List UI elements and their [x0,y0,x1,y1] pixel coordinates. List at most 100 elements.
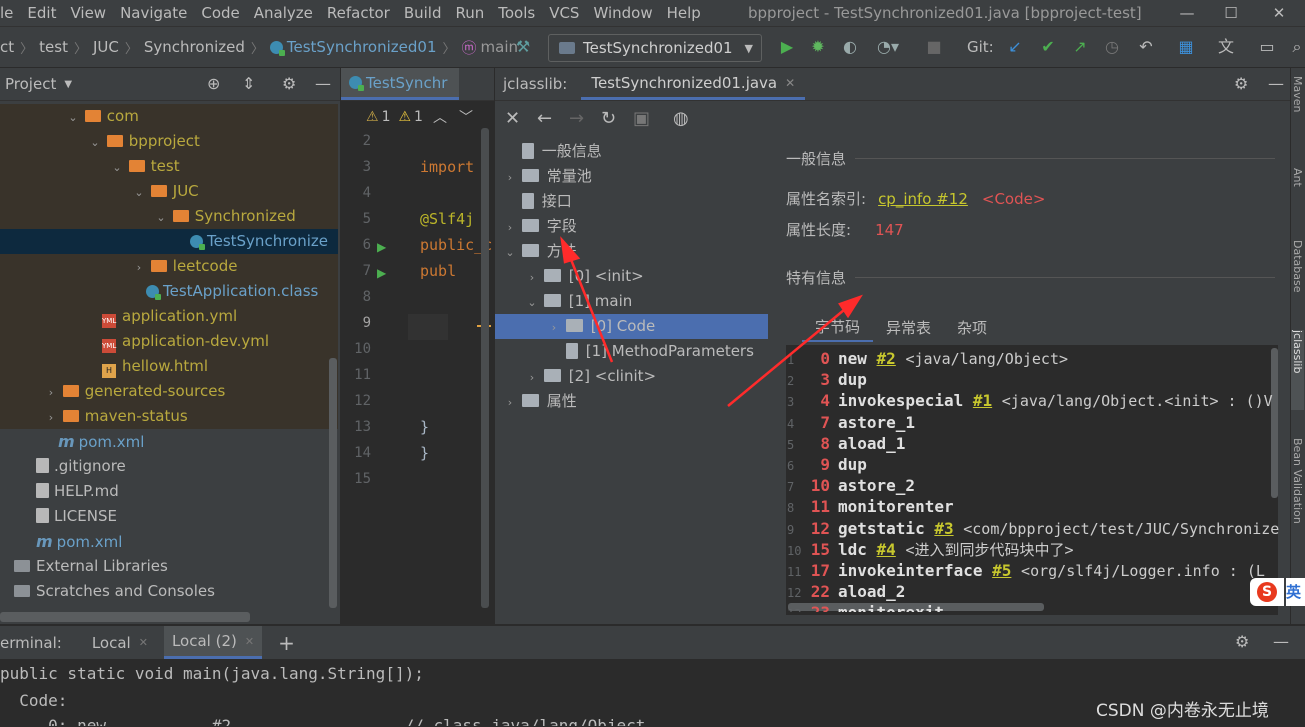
globe-icon[interactable]: ◍ [673,108,699,129]
subtab-misc[interactable]: 杂项 [944,315,1000,341]
menu-item[interactable]: Code [194,0,246,26]
tree-node[interactable]: › maven-status [44,404,188,429]
tree-node[interactable]: m pom.xml [58,429,144,454]
chevron-right-icon[interactable]: › [44,380,58,405]
menu-item[interactable]: Refactor [320,0,397,26]
inspection-widget[interactable]: ⚠ 1 ⚠ 1 ︿ ﹀ [366,106,473,128]
menu-item[interactable]: Analyze [247,0,320,26]
menu-item[interactable]: Window [586,0,659,26]
rollback-icon[interactable]: ↶ [1134,27,1158,67]
coverage-icon[interactable]: ◐ [838,27,862,67]
chevron-right-icon[interactable]: › [503,390,517,415]
constant-pool-link[interactable]: #3 [934,519,953,538]
menu-item[interactable]: Edit [20,0,63,26]
class-tree-node[interactable]: › 常量池 [503,164,592,189]
refresh-icon[interactable]: ↻ [601,108,627,129]
tree-node[interactable]: › leetcode [132,254,238,279]
search-icon[interactable]: ⌕ [1289,27,1305,67]
chevron-right-icon[interactable]: › [44,405,58,430]
jclasslib-tool-button[interactable]: jclasslib [1291,330,1304,410]
breadcrumb-item[interactable]: test [39,38,68,56]
arrow-left-icon[interactable]: ← [537,108,563,129]
chevron-down-icon[interactable]: ⌄ [503,240,517,265]
menu-item[interactable]: Navigate [113,0,194,26]
jclasslib-tab[interactable]: TestSynchronized01.java ✕ [581,68,806,100]
close-icon[interactable]: ✕ [785,76,795,90]
ime-badge[interactable]: 英 [1286,578,1305,606]
project-title[interactable]: Project [5,75,56,93]
arrow-right-icon[interactable]: → [569,108,595,129]
vertical-scrollbar[interactable] [329,358,337,608]
menu-item[interactable]: VCS [542,0,586,26]
stop-icon[interactable]: ■ [922,27,946,67]
hide-icon[interactable]: — [315,74,331,93]
bytecode-row[interactable]: 2 3 dup [787,369,1265,390]
editor-scrollbar[interactable] [481,128,489,608]
terminal-window-icon[interactable]: ▭ [1255,27,1279,67]
cp-info-link[interactable]: cp_info #12 [878,190,968,208]
class-tree-node[interactable]: [1] MethodParameters [547,339,754,364]
breadcrumb-item[interactable]: TestSynchronized01 [287,38,437,56]
chevron-up-icon[interactable]: ︿ [433,107,447,127]
bytecode-row[interactable]: 1 0 new #2 <java/lang/Object> [787,348,1265,369]
constant-pool-link[interactable]: #1 [973,391,992,410]
hide-icon[interactable]: — [1268,74,1284,93]
code-line[interactable]: } [420,414,429,440]
subtab-bytecode[interactable]: 字节码 [802,314,874,342]
hide-icon[interactable]: — [1273,632,1289,651]
tree-node[interactable]: Hhellow.html [102,354,208,379]
minimize-button[interactable]: — [1164,0,1210,26]
constant-pool-link[interactable]: #2 [877,349,896,368]
class-tree-node[interactable]: › 属性 [503,389,577,414]
git-update-icon[interactable]: ↙ [1003,27,1027,67]
chevron-down-icon[interactable]: ⌄ [88,130,102,155]
class-tree-node[interactable]: › [2] <clinit> [525,364,656,389]
class-tree-node[interactable]: › 字段 [503,214,577,239]
chevron-right-icon[interactable]: › [525,365,539,390]
constant-pool-link[interactable]: #5 [992,561,1011,580]
constant-pool-link[interactable]: #4 [877,540,896,559]
close-button[interactable]: ✕ [1256,0,1302,26]
project-structure-icon[interactable]: ▦ [1174,27,1198,67]
class-tree-node[interactable]: 一般信息 [503,139,602,164]
bytecode-row[interactable]: 10 15 ldc #4 <进入到同步代码块中了> [787,539,1265,560]
class-tree-node[interactable]: › [0] Code [547,314,655,339]
close-icon[interactable]: ✕ [245,635,254,648]
code-line[interactable]: @Slf4j [420,206,474,232]
run-gutter-icon[interactable]: ▶ [377,240,386,254]
bytecode-row[interactable]: 7 10 astore_2 [787,475,1265,496]
bytecode-row[interactable]: 3 4 invokespecial #1 <java/lang/Object.<in… [787,390,1273,411]
editor-tab[interactable]: TestSynchr [341,68,459,100]
gear-icon[interactable]: ⚙ [282,74,296,93]
subtab-exceptions[interactable]: 异常表 [873,315,944,341]
tree-node[interactable]: ⌄ bpproject [88,129,200,154]
gear-icon[interactable]: ⚙ [1235,632,1249,651]
bytecode-row[interactable]: 6 9 dup [787,454,1265,475]
chevron-down-icon[interactable]: ⌄ [132,180,146,205]
chevron-right-icon[interactable]: › [547,315,561,340]
debug-icon[interactable]: ✹ [806,27,830,67]
maximize-button[interactable]: ☐ [1208,0,1254,26]
code-line[interactable]: } [420,440,429,466]
git-push-icon[interactable]: ↗ [1068,27,1092,67]
tree-node[interactable]: Scratches and Consoles [14,579,215,604]
tree-node[interactable]: TestSynchronize [190,229,328,254]
tree-node[interactable]: YML application-dev.yml [102,329,269,354]
horizontal-scrollbar[interactable] [0,612,250,622]
chevron-right-icon[interactable]: › [503,165,517,190]
menu-item[interactable]: Help [660,0,708,26]
tree-node[interactable]: ⌄ com [66,104,138,129]
bytecode-row[interactable]: 11 17 invokeinterface #5 <org/slf4j/Logger… [787,560,1265,581]
class-tree-node[interactable]: 接口 [503,189,572,214]
menu-item[interactable]: le [0,0,20,26]
breadcrumb-item[interactable]: JUC [93,38,119,56]
class-tree-node[interactable]: ⌄ 方法 [503,239,576,265]
chevron-down-icon[interactable]: ⌄ [525,290,539,315]
run-icon[interactable]: ▶ [775,27,799,67]
translate-icon[interactable]: 文 [1214,27,1238,67]
collapse-all-icon[interactable]: ⇕ [242,74,255,93]
close-icon[interactable]: ✕ [505,108,531,129]
bytecode-row[interactable]: 1323 monitorexit [787,602,1265,612]
tree-node[interactable]: External Libraries [14,554,168,579]
build-hammer-icon[interactable]: ⚒ [512,27,534,67]
